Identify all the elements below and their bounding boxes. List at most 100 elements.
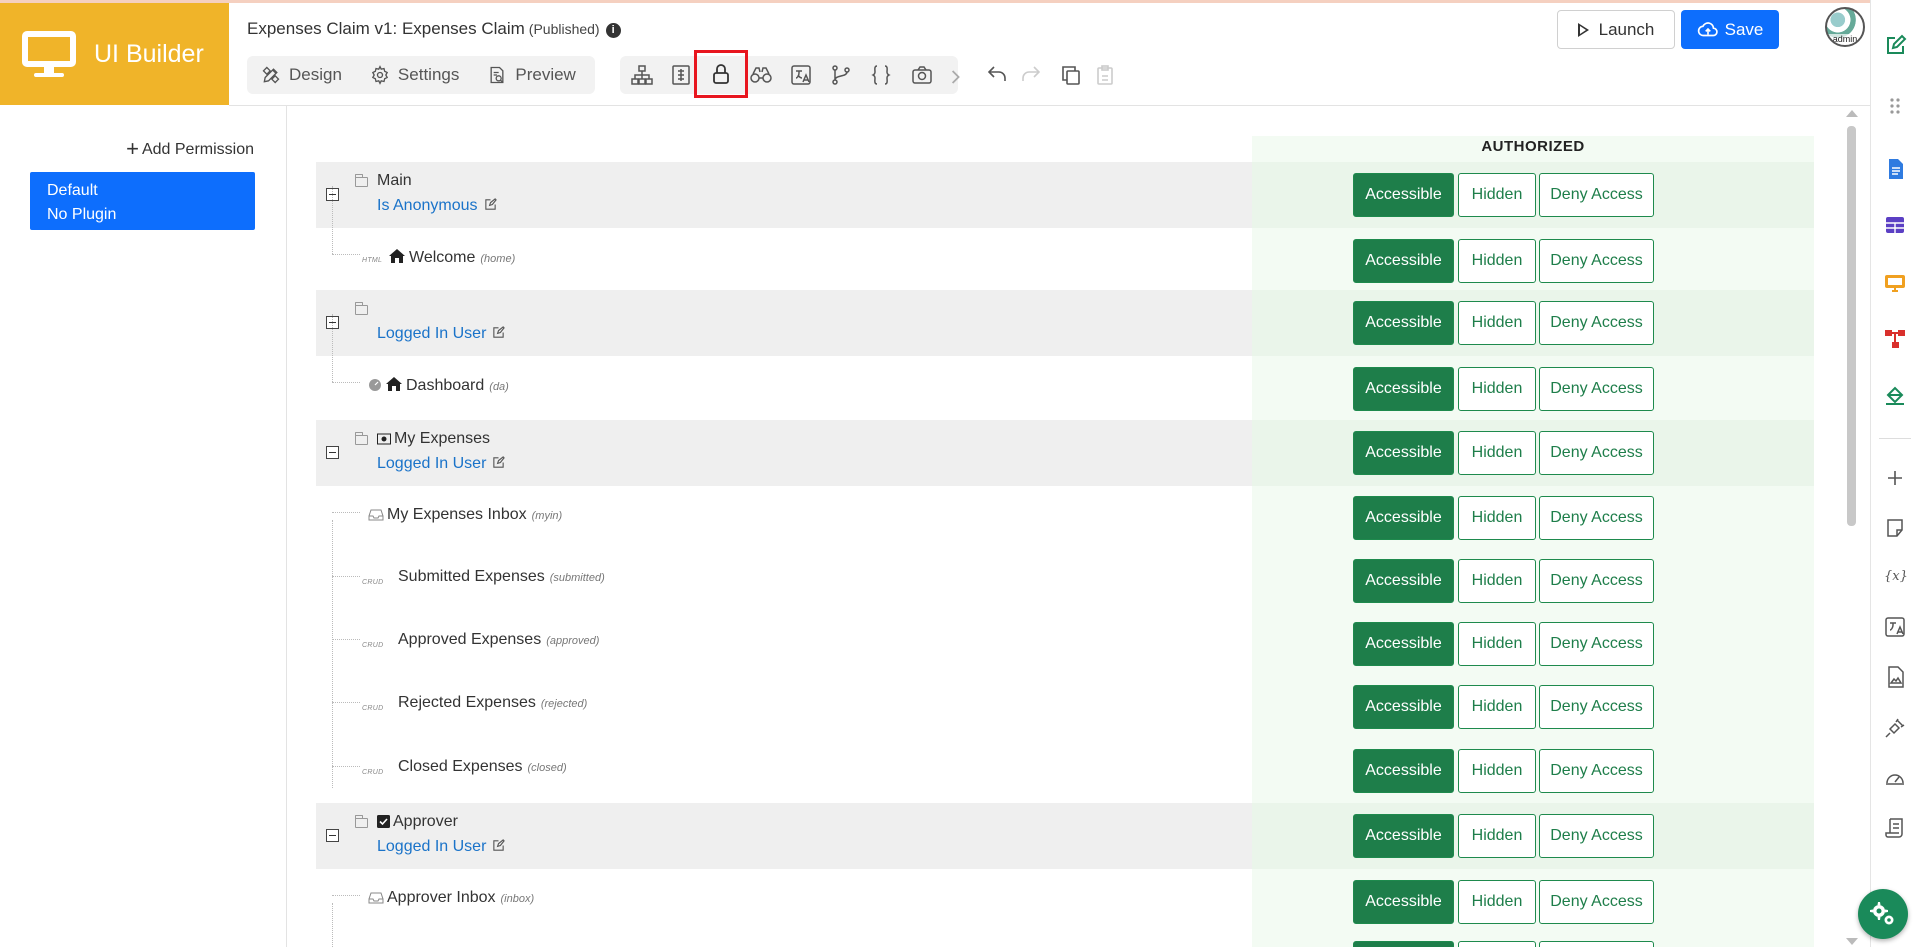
plug-icon[interactable] xyxy=(1883,716,1907,740)
hidden-button[interactable]: Hidden xyxy=(1458,685,1536,729)
page-type: CRUD xyxy=(362,705,384,712)
deny-access-button[interactable] xyxy=(1539,941,1654,947)
accessible-button[interactable] xyxy=(1353,941,1454,947)
accessible-button[interactable]: Accessible xyxy=(1353,173,1454,217)
app-logo[interactable]: UI Builder xyxy=(0,3,229,105)
group-condition-link[interactable]: Is Anonymous xyxy=(377,197,497,215)
deny-access-button[interactable]: Deny Access xyxy=(1539,431,1654,475)
translate-icon[interactable] xyxy=(789,63,813,87)
page-row: My Expenses Inbox (myin) Accessible Hidden… xyxy=(316,486,1814,550)
accessible-button[interactable]: Accessible xyxy=(1353,431,1454,475)
hidden-button[interactable]: Hidden xyxy=(1458,431,1536,475)
accessible-button[interactable]: Accessible xyxy=(1353,685,1454,729)
monitor-icon[interactable] xyxy=(1883,271,1907,295)
deny-access-button[interactable]: Deny Access xyxy=(1539,367,1654,411)
edit-square-icon[interactable] xyxy=(1883,34,1907,58)
inbox-icon xyxy=(368,509,384,521)
paint-bucket-icon[interactable] xyxy=(1883,383,1907,407)
hidden-button[interactable] xyxy=(1458,941,1536,947)
accessible-button[interactable]: Accessible xyxy=(1353,301,1454,345)
deny-access-button[interactable]: Deny Access xyxy=(1539,749,1654,793)
cloud-upload-icon xyxy=(1697,21,1718,36)
undo-icon[interactable] xyxy=(985,63,1009,87)
hidden-button[interactable]: Hidden xyxy=(1458,239,1536,283)
chevron-right-icon[interactable] xyxy=(943,65,960,85)
scroll-down-arrow[interactable] xyxy=(1846,938,1858,945)
permission-item-default[interactable]: Default No Plugin xyxy=(30,172,255,230)
deny-access-button[interactable]: Deny Access xyxy=(1539,496,1654,540)
hidden-button[interactable]: Hidden xyxy=(1458,173,1536,217)
drag-handle-icon[interactable] xyxy=(1883,94,1907,118)
camera-icon[interactable] xyxy=(910,63,934,87)
hidden-button[interactable]: Hidden xyxy=(1458,559,1536,603)
hidden-button[interactable]: Hidden xyxy=(1458,814,1536,858)
monitor-icon xyxy=(22,31,76,77)
hidden-button[interactable]: Hidden xyxy=(1458,496,1536,540)
document-icon[interactable] xyxy=(1883,157,1907,181)
access-buttons: Accessible Hidden Deny Access xyxy=(1353,749,1724,793)
group-condition-link[interactable]: Logged In User xyxy=(377,325,506,343)
collapse-toggle[interactable] xyxy=(326,829,339,842)
deny-access-button[interactable]: Deny Access xyxy=(1539,814,1654,858)
svg-text:{x}: {x} xyxy=(1884,569,1907,584)
settings-fab[interactable] xyxy=(1858,889,1908,939)
tab-preview[interactable]: Preview xyxy=(487,65,576,85)
deny-access-button[interactable]: Deny Access xyxy=(1539,559,1654,603)
tree-branch xyxy=(332,512,360,513)
paste-icon[interactable] xyxy=(1093,63,1117,87)
plus-icon[interactable] xyxy=(1883,466,1907,490)
table-icon[interactable] xyxy=(1883,213,1907,237)
deny-access-button[interactable]: Deny Access xyxy=(1539,685,1654,729)
tree-branch xyxy=(332,639,360,640)
sitemap-icon[interactable] xyxy=(630,63,654,87)
page-name: My Expenses Inbox (myin) xyxy=(368,506,562,524)
image-file-icon[interactable] xyxy=(1883,665,1907,689)
add-permission-button[interactable]: + Add Permission xyxy=(126,136,254,162)
group-condition-link[interactable]: Logged In User xyxy=(377,455,506,473)
accessible-button[interactable]: Accessible xyxy=(1353,749,1454,793)
accessible-button[interactable]: Accessible xyxy=(1353,239,1454,283)
note-icon[interactable] xyxy=(1883,516,1907,540)
workflow-icon[interactable] xyxy=(1883,327,1907,351)
lock-icon[interactable] xyxy=(709,62,733,86)
tab-design[interactable]: Design xyxy=(261,65,342,85)
launch-button[interactable]: Launch xyxy=(1557,10,1675,49)
page-list-icon[interactable] xyxy=(669,63,693,87)
deny-access-button[interactable]: Deny Access xyxy=(1539,622,1654,666)
avatar[interactable]: admin xyxy=(1825,7,1865,47)
accessible-button[interactable]: Accessible xyxy=(1353,367,1454,411)
collapse-toggle[interactable] xyxy=(326,446,339,459)
branch-icon[interactable] xyxy=(829,63,853,87)
save-button[interactable]: Save xyxy=(1681,10,1779,49)
hidden-button[interactable]: Hidden xyxy=(1458,367,1536,411)
scroll-up-arrow[interactable] xyxy=(1846,110,1858,117)
info-icon[interactable]: i xyxy=(605,23,621,38)
braces-icon[interactable] xyxy=(869,63,893,87)
hidden-button[interactable]: Hidden xyxy=(1458,622,1536,666)
binoculars-icon[interactable] xyxy=(749,63,773,87)
tab-settings[interactable]: Settings xyxy=(370,65,459,85)
hidden-button[interactable]: Hidden xyxy=(1458,301,1536,345)
page-type: HTML xyxy=(362,257,383,264)
gauge-icon[interactable] xyxy=(1883,766,1907,790)
plus-icon: + xyxy=(126,136,139,161)
deny-access-button[interactable]: Deny Access xyxy=(1539,239,1654,283)
accessible-button[interactable]: Accessible xyxy=(1353,880,1454,924)
accessible-button[interactable]: Accessible xyxy=(1353,496,1454,540)
redo-icon[interactable] xyxy=(1019,63,1043,87)
translate-icon[interactable] xyxy=(1883,615,1907,639)
variable-icon[interactable]: {x} xyxy=(1883,563,1908,587)
deny-access-button[interactable]: Deny Access xyxy=(1539,880,1654,924)
scrollbar-thumb[interactable] xyxy=(1847,126,1856,526)
script-icon[interactable] xyxy=(1883,816,1907,840)
group-condition-link[interactable]: Logged In User xyxy=(377,838,506,856)
accessible-button[interactable]: Accessible xyxy=(1353,622,1454,666)
accessible-button[interactable]: Accessible xyxy=(1353,814,1454,858)
copy-icon[interactable] xyxy=(1059,63,1083,87)
deny-access-button[interactable]: Deny Access xyxy=(1539,173,1654,217)
hidden-button[interactable]: Hidden xyxy=(1458,880,1536,924)
deny-access-button[interactable]: Deny Access xyxy=(1539,301,1654,345)
accessible-button[interactable]: Accessible xyxy=(1353,559,1454,603)
hidden-button[interactable]: Hidden xyxy=(1458,749,1536,793)
group-row: Main Is Anonymous Accessible Hidden Deny A… xyxy=(316,162,1814,228)
